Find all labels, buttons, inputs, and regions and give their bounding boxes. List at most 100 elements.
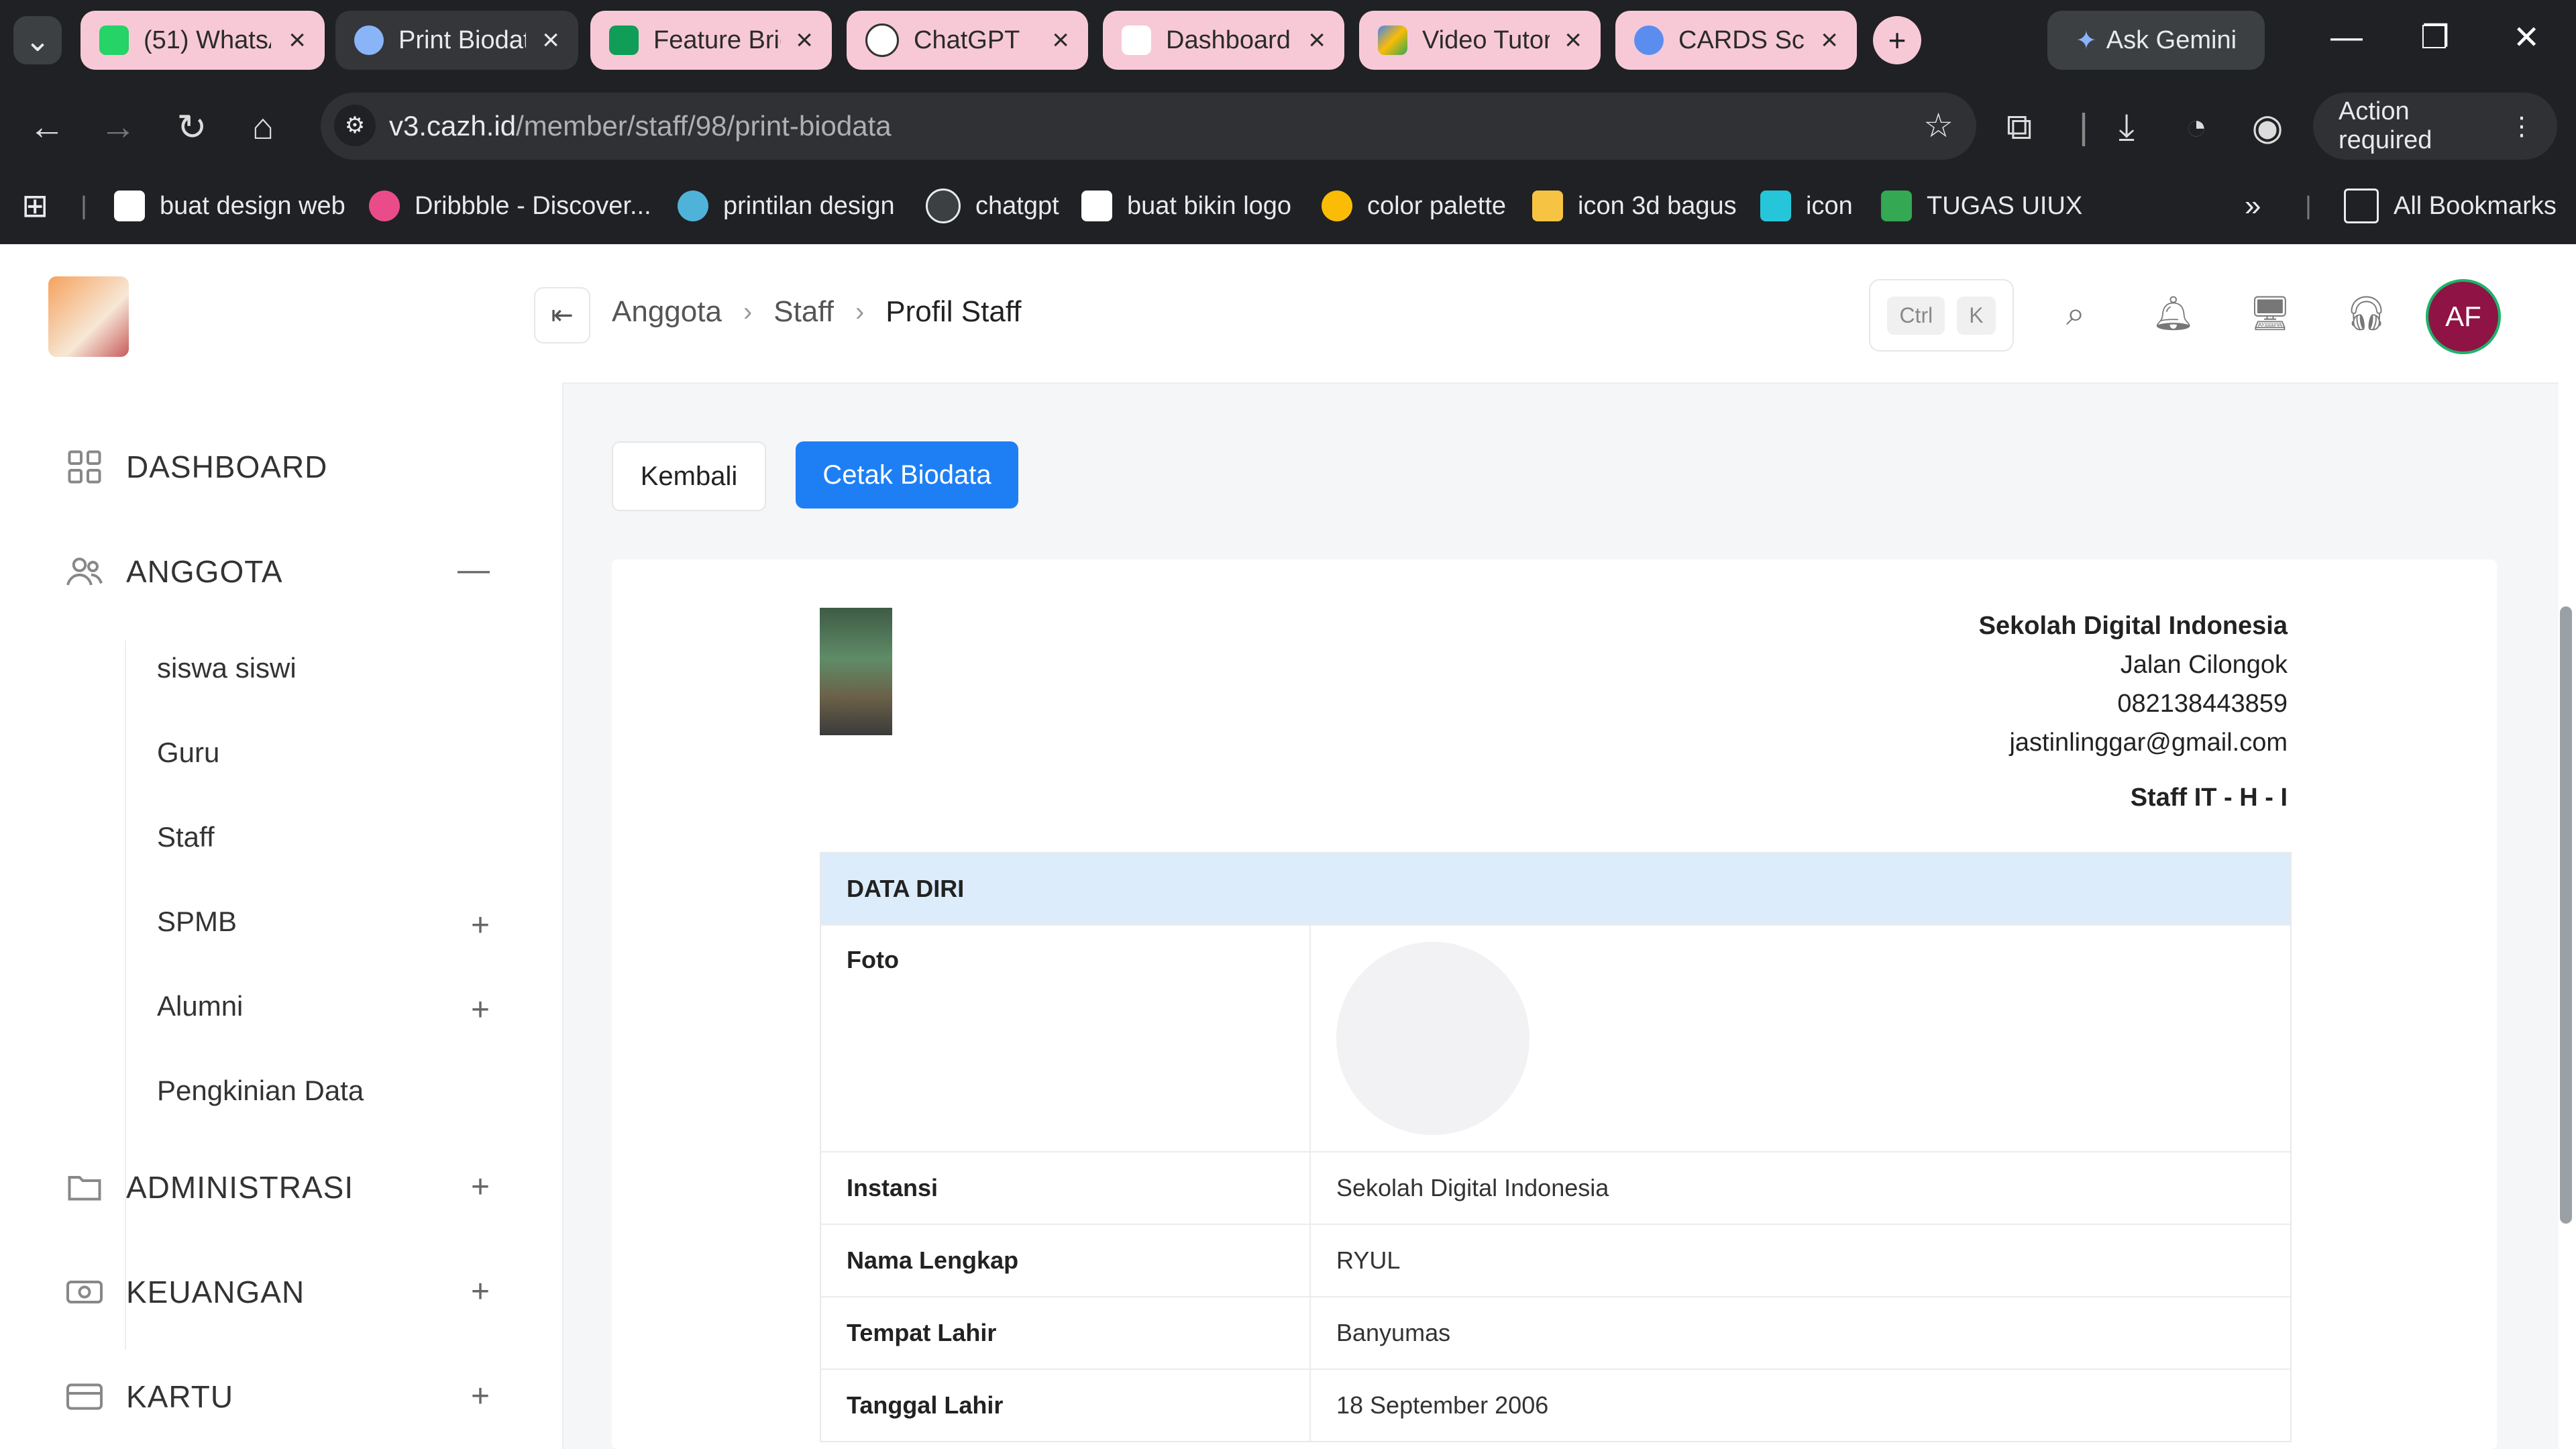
expand-icon[interactable]: +: [471, 1273, 490, 1310]
close-icon[interactable]: ×: [1052, 25, 1069, 55]
sub-guru[interactable]: Guru: [157, 737, 219, 769]
bookmarks-divider: |: [80, 191, 87, 220]
bookmark-tugas[interactable]: TUGAS UIUX: [1881, 182, 2082, 229]
reload-icon[interactable]: ↻: [170, 106, 213, 148]
staff-role: Staff IT - H - I: [2130, 784, 2288, 812]
more-vert-icon[interactable]: ⋮: [2509, 111, 2534, 142]
close-icon[interactable]: ×: [1821, 25, 1838, 55]
action-required-button[interactable]: Action required ⋮: [2313, 93, 2557, 160]
row-value: RYUL: [1336, 1246, 1401, 1274]
breadcrumb-anggota[interactable]: Anggota: [612, 295, 722, 329]
extensions-icon[interactable]: ⧉: [1998, 106, 2041, 148]
sub-label: siswa siswi: [157, 652, 297, 684]
site-info-icon[interactable]: ⚙: [334, 105, 376, 146]
close-icon[interactable]: ×: [288, 25, 306, 55]
expand-icon[interactable]: +: [471, 907, 490, 944]
sub-staff[interactable]: Staff: [157, 821, 215, 853]
collapse-left-icon: ⇤: [551, 301, 574, 330]
nav-label: KEUANGAN: [126, 1275, 305, 1309]
bookmark-icon[interactable]: icon: [1760, 182, 1853, 229]
table-row: Tempat Lahir Banyumas: [821, 1296, 2290, 1368]
bookmark-color-palette[interactable]: color palette: [1322, 182, 1506, 229]
collapse-icon[interactable]: —: [458, 551, 490, 588]
more-bookmarks-icon[interactable]: »: [2245, 182, 2261, 229]
collapse-sidebar-button[interactable]: ⇤: [534, 287, 590, 343]
nav-label: DASHBOARD: [126, 449, 328, 484]
page-scrollbar[interactable]: [2559, 244, 2576, 1449]
gemini-icon: ✦: [2075, 26, 2097, 55]
performance-icon[interactable]: ◔: [2175, 106, 2218, 148]
chevron-right-icon: ›: [743, 297, 753, 327]
ask-gemini-button[interactable]: ✦ Ask Gemini: [2047, 11, 2265, 70]
app-logo[interactable]: [48, 276, 129, 357]
close-icon[interactable]: ×: [542, 25, 559, 55]
bookmark-label: Dribbble - Discover...: [415, 191, 651, 220]
nav-kartu[interactable]: KARTU: [64, 1377, 233, 1417]
bookmark-dribbble[interactable]: Dribbble - Discover...: [369, 182, 651, 229]
nav-keuangan[interactable]: KEUANGAN: [64, 1272, 305, 1312]
profile-icon[interactable]: ◉: [2246, 106, 2289, 148]
close-icon[interactable]: ×: [1308, 25, 1326, 55]
back-arrow-icon[interactable]: ←: [25, 106, 68, 148]
address-bar[interactable]: ⚙ v3.cazh.id/member/staff/98/print-bioda…: [321, 93, 1976, 160]
bookmark-printilan[interactable]: printilan design: [678, 182, 895, 229]
monitor-icon[interactable]: 🖥︎: [2249, 294, 2291, 334]
minimize-icon[interactable]: —: [2330, 19, 2363, 56]
tab-video[interactable]: Video Tutorial ×: [1359, 11, 1601, 70]
home-icon[interactable]: ⌂: [241, 106, 284, 148]
nav-anggota[interactable]: ANGGOTA: [64, 551, 283, 592]
apps-grid-icon[interactable]: ⊞: [21, 182, 48, 229]
tab-dashboard[interactable]: Dashboard ×: [1103, 11, 1344, 70]
bookmark-chatgpt[interactable]: chatgpt: [926, 182, 1059, 229]
chevron-right-icon: ›: [855, 297, 865, 327]
expand-icon[interactable]: +: [471, 1169, 490, 1205]
nav-label: ANGGOTA: [126, 554, 283, 589]
bookmark-star-icon[interactable]: ☆: [1923, 106, 1953, 145]
table-row: Foto: [821, 924, 2290, 1151]
avatar[interactable]: AF: [2426, 279, 2501, 354]
nav-dashboard[interactable]: DASHBOARD: [64, 447, 327, 487]
headset-icon[interactable]: 🎧︎: [2345, 294, 2387, 334]
new-tab-button[interactable]: +: [1873, 16, 1921, 64]
sub-pengkinian[interactable]: Pengkinian Data: [157, 1075, 364, 1107]
sub-siswa[interactable]: siswa siswi: [157, 652, 297, 684]
expand-icon[interactable]: +: [471, 991, 490, 1028]
bell-icon[interactable]: 🔔︎: [2152, 294, 2194, 334]
close-icon[interactable]: ×: [796, 25, 813, 55]
scrollbar-thumb[interactable]: [2560, 606, 2572, 1224]
expand-icon[interactable]: +: [471, 1378, 490, 1415]
tab-feature[interactable]: Feature Brief ×: [590, 11, 832, 70]
tab-print-biodata[interactable]: Print Biodata ×: [335, 11, 578, 70]
sub-alumni[interactable]: Alumni: [157, 990, 243, 1022]
back-button[interactable]: Kembali: [612, 441, 766, 511]
row-label: Foto: [821, 926, 1311, 1151]
bookmark-icon3d[interactable]: icon 3d bagus: [1532, 182, 1737, 229]
forward-arrow-icon[interactable]: →: [97, 106, 140, 148]
restore-icon[interactable]: ❐: [2420, 19, 2449, 56]
bookmark-label: icon 3d bagus: [1578, 191, 1737, 220]
sub-spmb[interactable]: SPMB: [157, 906, 237, 938]
search-icon[interactable]: ⌕: [2055, 294, 2096, 334]
tab-whatsapp[interactable]: (51) WhatsApp ×: [80, 11, 325, 70]
row-value: Sekolah Digital Indonesia: [1336, 1174, 1609, 1201]
nav-administrasi[interactable]: ADMINISTRASI: [64, 1167, 354, 1208]
submenu-line: [125, 640, 126, 1350]
print-biodata-button[interactable]: Cetak Biodata: [796, 441, 1018, 508]
row-value: Banyumas: [1336, 1319, 1451, 1346]
tab-chatgpt[interactable]: ChatGPT ×: [847, 11, 1088, 70]
tab-search-button[interactable]: ⌄: [13, 16, 62, 64]
table-row: Instansi Sekolah Digital Indonesia: [821, 1151, 2290, 1224]
bookmark-logo[interactable]: buat bikin logo: [1081, 182, 1291, 229]
row-label: Nama Lengkap: [821, 1225, 1311, 1296]
all-bookmarks-button[interactable]: All Bookmarks: [2344, 182, 2557, 229]
command-shortcut-button[interactable]: Ctrl K: [1869, 279, 2014, 352]
close-icon[interactable]: ×: [1564, 25, 1582, 55]
school-phone: 082138443859: [2117, 690, 2288, 718]
tab-title: Feature Brief: [653, 25, 781, 54]
toolbar-divider: |: [2078, 107, 2089, 147]
tab-cards[interactable]: CARDS School ×: [1615, 11, 1857, 70]
breadcrumb-staff[interactable]: Staff: [773, 295, 834, 329]
download-icon[interactable]: ⤓: [2105, 106, 2148, 148]
window-close-icon[interactable]: ✕: [2513, 19, 2540, 56]
bookmark-design-web[interactable]: buat design web: [114, 182, 345, 229]
